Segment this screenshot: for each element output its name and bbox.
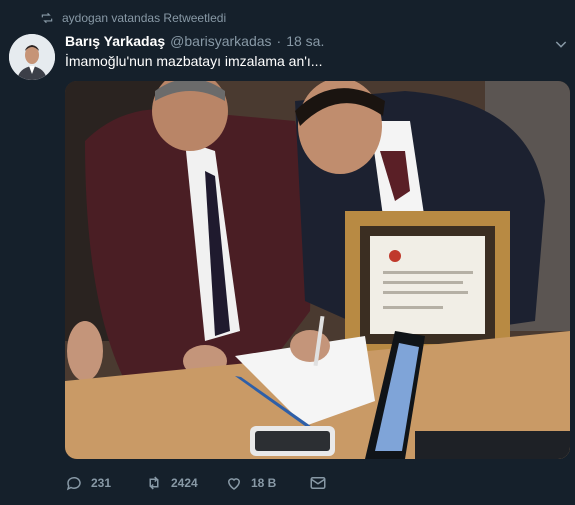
tweet-timestamp[interactable]: 18 sa. bbox=[286, 33, 324, 49]
tweet-text: İmamoğlu'nun mazbatayı imzalama an'ı... bbox=[65, 53, 323, 69]
chevron-down-icon[interactable] bbox=[553, 36, 569, 52]
author-name[interactable]: Barış Yarkadaş bbox=[65, 33, 165, 49]
tweet-header: Barış Yarkadaş @barisyarkadas · 18 sa. bbox=[65, 33, 324, 49]
like-count: 18 B bbox=[251, 476, 277, 490]
retweet-button[interactable]: 2424 bbox=[145, 474, 225, 492]
reply-button[interactable]: 231 bbox=[65, 474, 145, 492]
retweet-notice-text: aydogan vatandas Retweetledi bbox=[62, 11, 227, 25]
retweet-count: 2424 bbox=[171, 476, 198, 490]
heart-icon bbox=[227, 478, 241, 490]
avatar[interactable] bbox=[9, 34, 55, 80]
separator-dot: · bbox=[276, 33, 282, 49]
tweet-photo[interactable] bbox=[65, 81, 570, 459]
mail-icon bbox=[310, 477, 326, 489]
reply-icon bbox=[66, 476, 81, 491]
direct-message-button[interactable] bbox=[309, 474, 339, 492]
reply-count: 231 bbox=[91, 476, 112, 490]
author-handle[interactable]: @barisyarkadas bbox=[170, 33, 271, 49]
retweet-icon bbox=[149, 476, 159, 490]
tweet-actions: 231 2424 18 B bbox=[65, 474, 339, 492]
like-button[interactable]: 18 B bbox=[225, 474, 309, 492]
retweet-notice[interactable]: aydogan vatandas Retweetledi bbox=[40, 11, 226, 25]
retweet-icon bbox=[41, 12, 53, 24]
